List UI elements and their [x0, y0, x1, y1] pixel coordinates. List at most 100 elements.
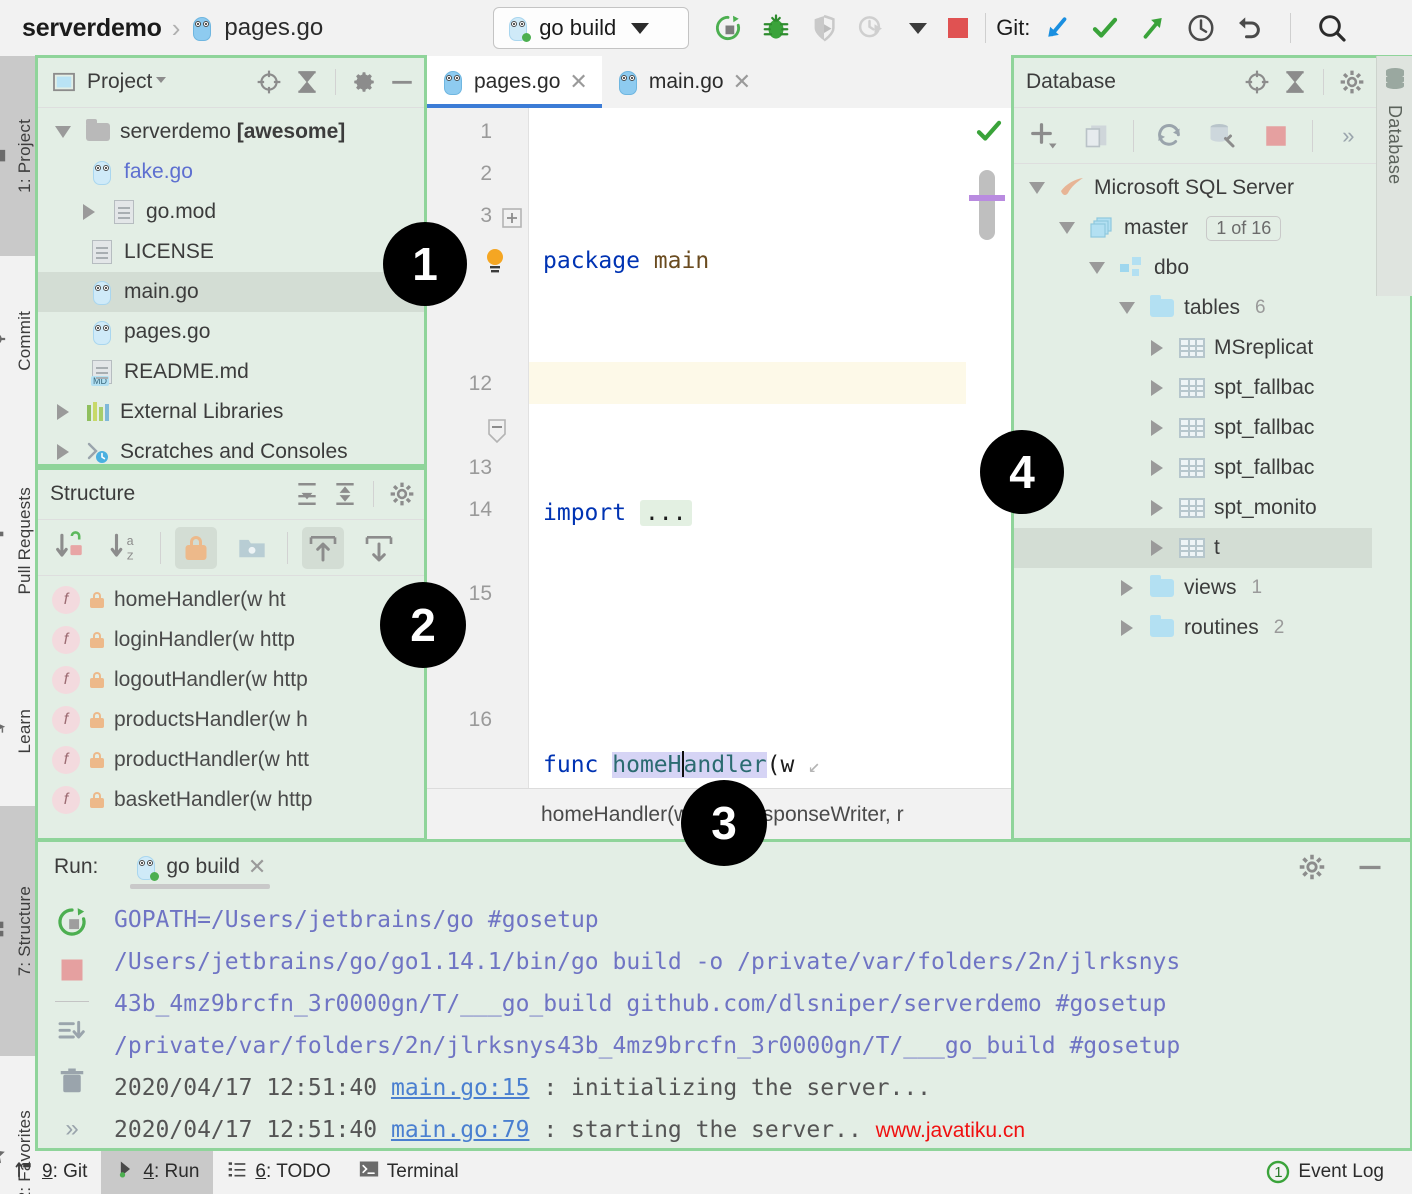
list-item[interactable]: f basketHandler(w http [36, 780, 426, 820]
stop-icon[interactable] [48, 949, 96, 991]
project-tree[interactable]: serverdemo [awesome] fake.go go.mod LICE… [36, 108, 426, 466]
tree-row[interactable]: spt_fallbac [1012, 448, 1372, 488]
tree-row[interactable]: routines 2 [1012, 608, 1372, 648]
debug-button[interactable] [759, 11, 793, 45]
chevron-down-icon[interactable] [1114, 302, 1140, 314]
history-icon[interactable] [1184, 11, 1218, 45]
gear-icon[interactable] [388, 480, 416, 508]
hide-icon[interactable] [388, 68, 416, 96]
more-icon[interactable]: » [1331, 115, 1366, 157]
editor-scrollbar[interactable] [979, 170, 995, 240]
chevron-right-icon[interactable] [1144, 460, 1170, 476]
status-item-event-log[interactable]: 1 Event Log [1252, 1150, 1398, 1194]
expand-all-icon[interactable] [293, 480, 321, 508]
expand-import-icon[interactable] [502, 208, 522, 233]
tree-row[interactable]: main.go [36, 272, 426, 312]
run-coverage-button[interactable] [807, 11, 841, 45]
tree-row[interactable]: t [1012, 528, 1372, 568]
run-button[interactable] [711, 11, 745, 45]
chevron-right-icon[interactable] [1144, 420, 1170, 436]
tree-row[interactable]: master 1 of 16 [1012, 208, 1372, 248]
sidebar-item-project[interactable]: 1: Project [0, 56, 35, 256]
chevron-right-icon[interactable] [1114, 620, 1140, 636]
run-tab-go-build[interactable]: go build ✕ [120, 841, 280, 893]
close-icon[interactable]: ✕ [248, 854, 266, 880]
profile-button[interactable] [855, 11, 889, 45]
profile-dropdown-icon[interactable] [909, 22, 928, 34]
close-icon[interactable]: ✕ [569, 69, 587, 95]
list-item[interactable]: f logoutHandler(w http [36, 660, 426, 700]
collapse-all-icon[interactable] [293, 68, 321, 96]
usage-marker[interactable] [969, 195, 1005, 201]
intention-bulb-icon[interactable] [482, 246, 508, 281]
inspection-ok-icon[interactable] [972, 116, 1006, 151]
rerun-icon[interactable] [48, 901, 96, 943]
trash-icon[interactable] [48, 1060, 96, 1102]
select-opened-file-icon[interactable] [1243, 68, 1271, 96]
chevron-right-icon[interactable] [50, 444, 76, 460]
tree-row[interactable]: spt_monito [1012, 488, 1372, 528]
tab-pages-go[interactable]: pages.go ✕ [427, 56, 602, 108]
gear-icon[interactable] [350, 68, 378, 96]
run-configuration-selector[interactable]: go build [493, 7, 690, 49]
chevron-right-icon[interactable] [1144, 340, 1170, 356]
tree-row[interactable]: fake.go [36, 152, 426, 192]
chevron-right-icon[interactable] [76, 204, 102, 220]
chevron-down-icon[interactable] [1084, 262, 1110, 274]
status-item-todo[interactable]: 6: TODO [213, 1150, 344, 1194]
close-icon[interactable]: ✕ [733, 69, 751, 95]
tab-main-go[interactable]: main.go ✕ [602, 56, 765, 108]
chevron-right-icon[interactable] [1144, 500, 1170, 516]
tree-row[interactable]: MSreplicat [1012, 328, 1372, 368]
sidebar-item-pull-requests[interactable]: Pull Requests [0, 426, 35, 656]
commit-icon[interactable] [1088, 11, 1122, 45]
collapse-all-icon[interactable] [1281, 68, 1309, 96]
gear-icon[interactable] [1338, 68, 1366, 96]
database-tool-tab[interactable]: Database [1376, 56, 1412, 296]
chevron-right-icon[interactable] [1144, 380, 1170, 396]
sidebar-item-commit[interactable]: Commit [0, 256, 35, 426]
chevron-down-icon[interactable] [1054, 222, 1080, 234]
select-opened-file-icon[interactable] [255, 68, 283, 96]
tree-row[interactable]: pages.go [36, 312, 426, 352]
scroll-to-end-icon[interactable] [48, 1012, 96, 1054]
editor-body[interactable]: 1 2 3 12 13 14 15 16 package main import… [427, 108, 1012, 788]
chevron-down-icon[interactable] [153, 70, 169, 94]
hide-icon[interactable] [1356, 853, 1384, 881]
sidebar-item-favorites[interactable]: 2: Favorites [0, 1056, 35, 1194]
add-data-source-icon[interactable] [1026, 115, 1061, 157]
collapse-all-icon[interactable] [331, 480, 359, 508]
editor-gutter[interactable]: 1 2 3 12 13 14 15 16 [427, 108, 529, 788]
collapse-block-icon[interactable] [486, 418, 508, 449]
show-non-public-icon[interactable] [175, 526, 217, 569]
chevron-right-icon[interactable] [50, 404, 76, 420]
run-console[interactable]: GOPATH=/Users/jetbrains/go #gosetup /Use… [108, 893, 1412, 1150]
copy-icon[interactable] [1079, 115, 1114, 157]
tree-row[interactable]: tables 6 [1012, 288, 1372, 328]
console-file-link[interactable]: main.go:15 [391, 1075, 529, 1101]
tree-row[interactable]: MD README.md [36, 352, 426, 392]
chevron-down-icon[interactable] [50, 126, 76, 138]
push-icon[interactable] [1136, 11, 1170, 45]
chevron-down-icon[interactable] [1024, 182, 1050, 194]
chevron-right-icon[interactable] [1114, 580, 1140, 596]
update-project-icon[interactable] [1040, 11, 1074, 45]
tree-row[interactable]: Scratches and Consoles [36, 432, 426, 466]
tree-row[interactable]: spt_fallbac [1012, 368, 1372, 408]
console-file-link[interactable]: main.go:79 [391, 1117, 529, 1143]
refresh-icon[interactable] [1152, 115, 1187, 157]
sidebar-item-learn[interactable]: Learn [0, 656, 35, 806]
structure-list[interactable]: f homeHandler(w ht f loginHandler(w http… [36, 576, 426, 840]
list-item[interactable]: f productHandler(w htt [36, 740, 426, 780]
stop-button[interactable] [941, 11, 975, 45]
list-item[interactable]: f loginHandler(w http [36, 620, 426, 660]
modify-schema-icon[interactable] [1205, 115, 1240, 157]
breadcrumb-file[interactable]: pages.go [224, 14, 323, 42]
show-inherited-icon[interactable] [302, 526, 344, 569]
sidebar-item-structure[interactable]: 7: Structure [0, 806, 35, 1056]
show-imported-icon[interactable] [358, 527, 400, 569]
tree-row[interactable]: dbo [1012, 248, 1372, 288]
status-item-run[interactable]: 4: Run [101, 1150, 214, 1194]
rollback-icon[interactable] [1232, 11, 1266, 45]
group-by-file-icon[interactable] [231, 527, 273, 569]
